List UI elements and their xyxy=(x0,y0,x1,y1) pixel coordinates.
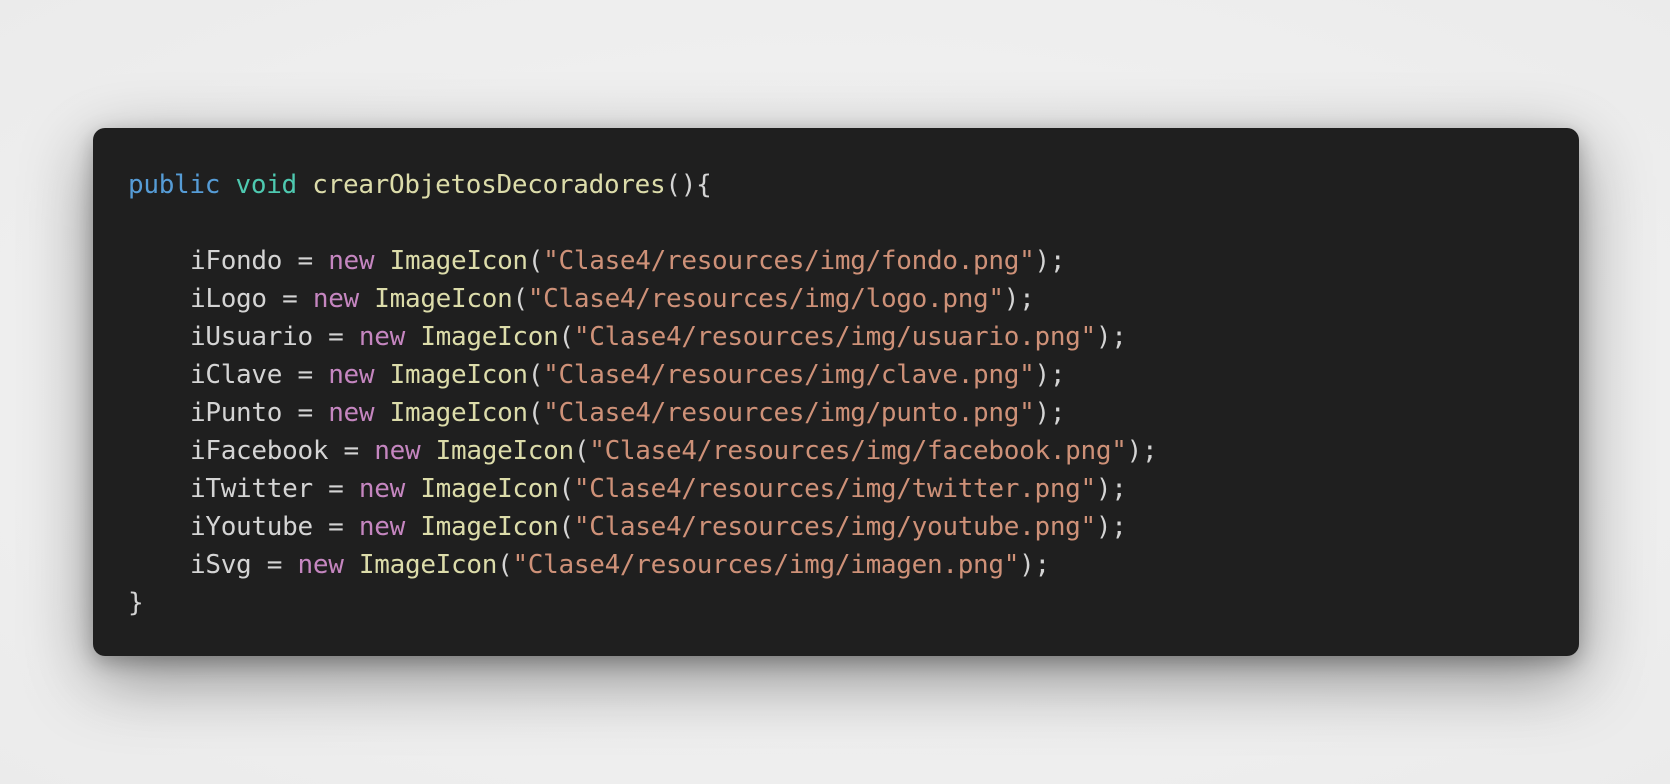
class-name: ImageIcon xyxy=(358,550,498,580)
image-path-string: "Clase4/resources/img/fondo.png" xyxy=(543,246,1035,276)
new-keyword: new xyxy=(358,322,405,352)
variable-name: iPunto xyxy=(190,398,283,428)
image-path-string: "Clase4/resources/img/logo.png" xyxy=(527,284,1004,314)
method-open-brace: (){ xyxy=(665,170,712,200)
method-close-line: } xyxy=(128,584,1579,622)
variable-name: iFacebook xyxy=(190,436,329,466)
class-name: ImageIcon xyxy=(389,360,528,390)
new-keyword: new xyxy=(297,550,344,580)
variable-name: iSvg xyxy=(190,550,252,580)
assignment-line: iYoutube = new ImageIcon("Clase4/resourc… xyxy=(190,512,1127,542)
class-name: ImageIcon xyxy=(389,398,528,428)
assignment-line: iLogo = new ImageIcon("Clase4/resources/… xyxy=(190,284,1035,314)
new-keyword: new xyxy=(328,398,375,428)
assignment-line: iFacebook = new ImageIcon("Clase4/resour… xyxy=(190,436,1158,466)
new-keyword: new xyxy=(312,284,359,314)
class-name: ImageIcon xyxy=(435,436,574,466)
assignment-line: iPunto = new ImageIcon("Clase4/resources… xyxy=(190,398,1066,428)
image-path-string: "Clase4/resources/img/punto.png" xyxy=(543,398,1035,428)
code-snippet-window: public void crearObjetosDecoradores(){ iF… xyxy=(93,128,1579,656)
method-return-type: void xyxy=(235,170,297,200)
new-keyword: new xyxy=(358,512,405,542)
new-keyword: new xyxy=(328,360,375,390)
assignment-line: iSvg = new ImageIcon("Clase4/resources/i… xyxy=(190,550,1050,580)
image-path-string: "Clase4/resources/img/twitter.png" xyxy=(573,474,1096,504)
method-name: crearObjetosDecoradores xyxy=(312,170,666,200)
class-name: ImageIcon xyxy=(374,284,513,314)
method-close-brace: } xyxy=(128,588,144,618)
variable-name: iYoutube xyxy=(190,512,313,542)
image-path-string: "Clase4/resources/img/usuario.png" xyxy=(573,322,1096,352)
variable-name: iFondo xyxy=(190,246,283,276)
class-name: ImageIcon xyxy=(420,322,559,352)
variable-name: iClave xyxy=(190,360,283,390)
variable-name: iLogo xyxy=(190,284,267,314)
variable-name: iTwitter xyxy=(190,474,313,504)
assignment-line: iUsuario = new ImageIcon("Clase4/resourc… xyxy=(190,322,1127,352)
class-name: ImageIcon xyxy=(420,474,559,504)
method-modifier: public xyxy=(128,170,221,200)
assignment-line: iTwitter = new ImageIcon("Clase4/resourc… xyxy=(190,474,1127,504)
variable-name: iUsuario xyxy=(190,322,313,352)
class-name: ImageIcon xyxy=(420,512,559,542)
image-path-string: "Clase4/resources/img/imagen.png" xyxy=(512,550,1020,580)
new-keyword: new xyxy=(328,246,375,276)
new-keyword: new xyxy=(358,474,405,504)
image-path-string: "Clase4/resources/img/youtube.png" xyxy=(573,512,1096,542)
new-keyword: new xyxy=(374,436,421,466)
image-path-string: "Clase4/resources/img/clave.png" xyxy=(543,360,1035,390)
class-name: ImageIcon xyxy=(389,246,528,276)
image-path-string: "Clase4/resources/img/facebook.png" xyxy=(589,436,1127,466)
assignment-line: iClave = new ImageIcon("Clase4/resources… xyxy=(190,360,1066,390)
assignment-line: iFondo = new ImageIcon("Clase4/resources… xyxy=(190,246,1066,276)
code-block: public void crearObjetosDecoradores(){ iF… xyxy=(128,166,1579,622)
method-signature-line: public void crearObjetosDecoradores(){ xyxy=(128,166,1579,204)
